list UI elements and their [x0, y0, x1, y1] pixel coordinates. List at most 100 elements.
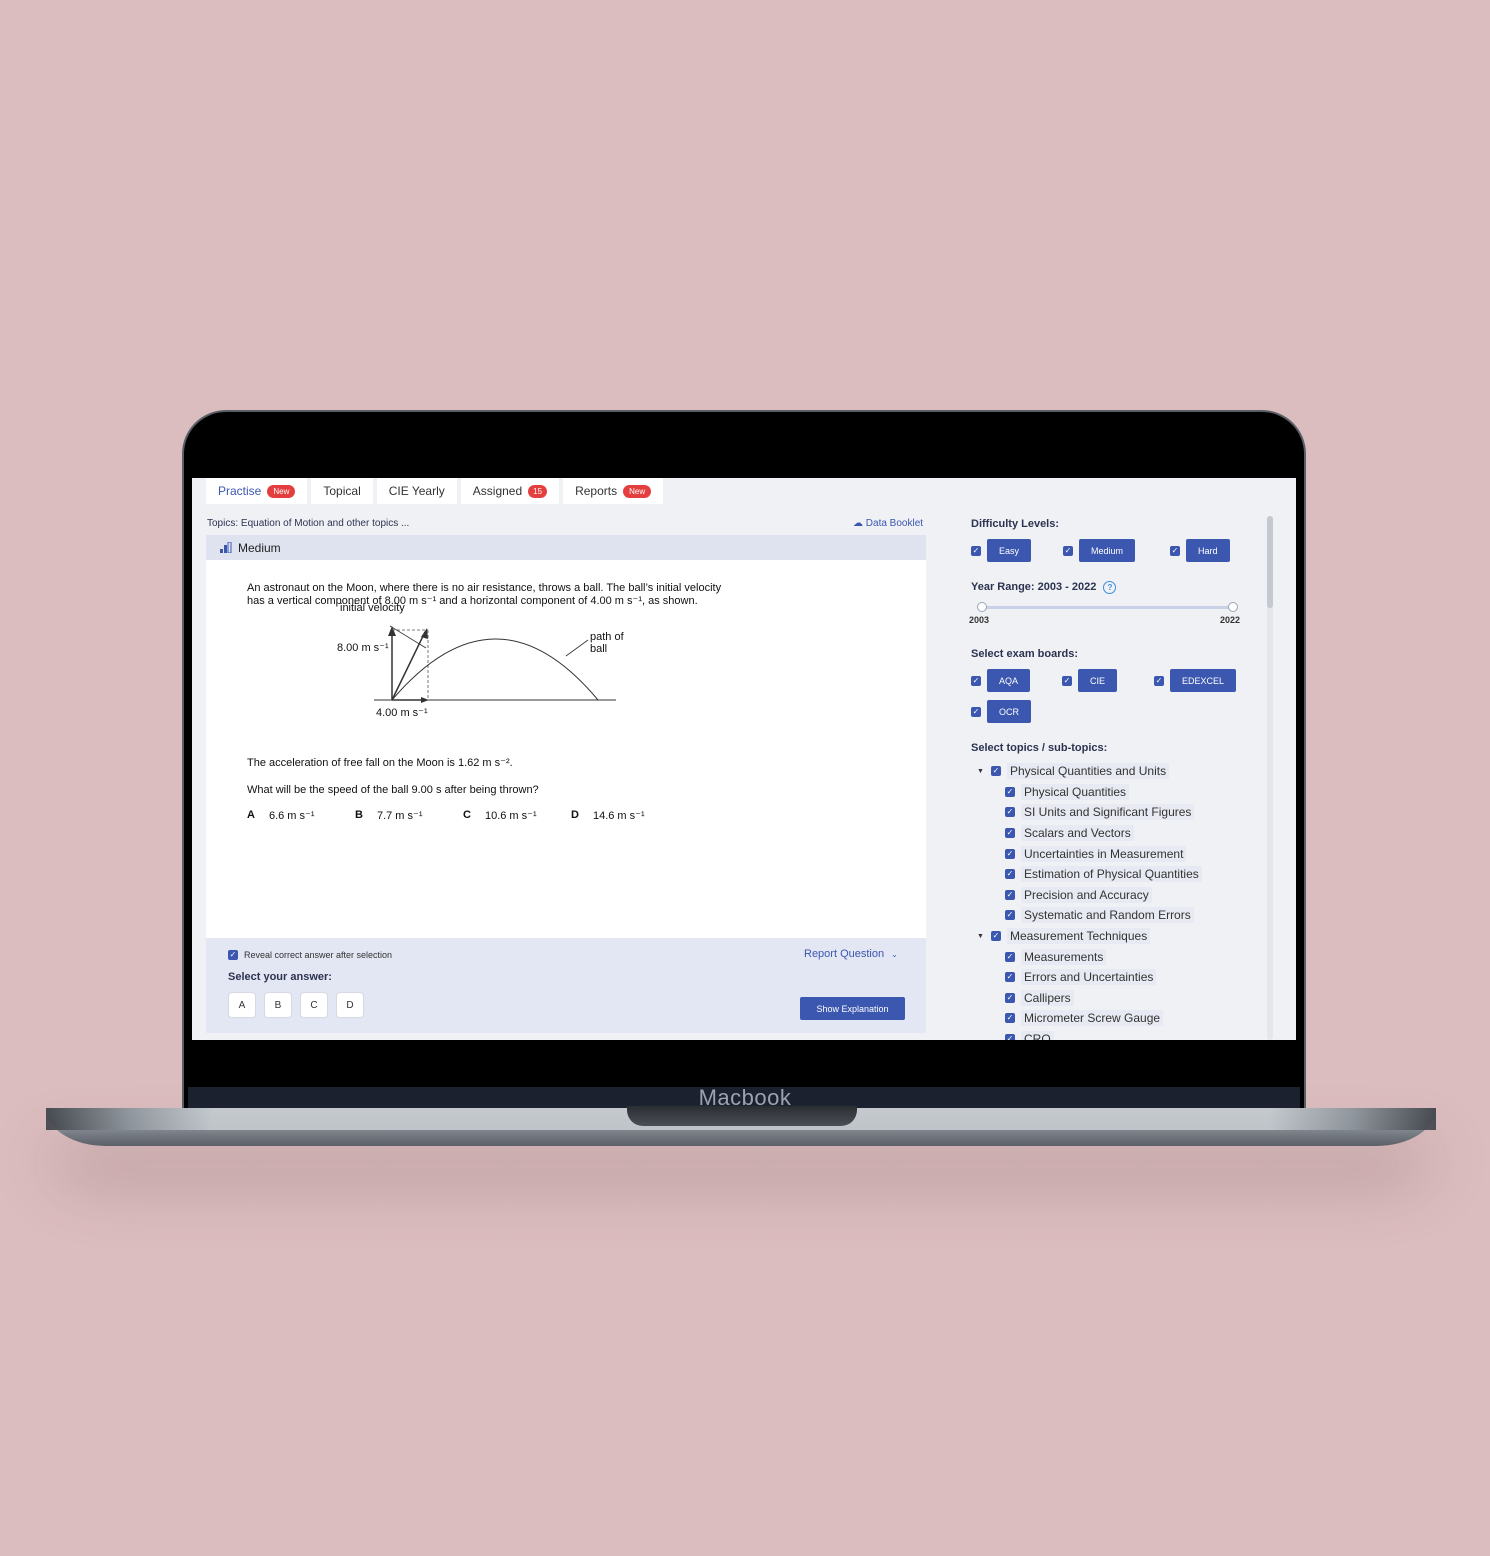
reveal-answer-toggle[interactable]: ✓ Reveal correct answer after selection [228, 950, 392, 960]
checkbox-checked-icon[interactable]: ✓ [228, 950, 238, 960]
subtopic-label: CRO [1021, 1031, 1054, 1040]
checkbox-checked-icon[interactable]: ✓ [1005, 807, 1015, 818]
subtopic-item[interactable]: ✓ Uncertainties in Measurement [977, 843, 1267, 864]
answer-button-d[interactable]: D [336, 992, 364, 1018]
option-d: D 14.6 m s⁻¹ [571, 809, 645, 822]
checkbox-checked-icon[interactable]: ✓ [1005, 1034, 1015, 1040]
topic-item[interactable]: ▼ ✓ Physical Quantities and Units [977, 761, 1267, 782]
checkbox-checked-icon[interactable]: ✓ [1170, 545, 1180, 556]
subtopic-item[interactable]: ✓ Callipers [977, 988, 1267, 1009]
answer-button-b[interactable]: B [264, 992, 292, 1018]
cloud-icon: ☁ [853, 518, 863, 529]
checkbox-checked-icon[interactable]: ✓ [971, 675, 981, 686]
checkbox-checked-icon[interactable]: ✓ [991, 931, 1001, 942]
data-booklet-link[interactable]: ☁ Data Booklet [853, 518, 923, 529]
tab-topical[interactable]: Topical [311, 478, 373, 504]
board-chip[interactable]: EDEXCEL [1170, 669, 1237, 692]
device-label: Macbook [698, 1085, 792, 1110]
difficulty-chip[interactable]: Easy [987, 539, 1032, 562]
slider-handle-min[interactable] [977, 602, 987, 612]
subtopic-item[interactable]: ✓ Micrometer Screw Gauge [977, 1008, 1267, 1029]
topic-tree: ▼ ✓ Physical Quantities and Units ✓ Phys… [977, 761, 1267, 1040]
new-badge: New [267, 484, 296, 498]
option-value: 7.7 m s⁻¹ [376, 810, 423, 822]
subtopic-item[interactable]: ✓ Physical Quantities [977, 782, 1267, 803]
tab-assigned[interactable]: Assigned 15 [460, 478, 560, 504]
question-acceleration: The acceleration of free fall on the Moo… [247, 757, 513, 769]
difficulty-chip[interactable]: Medium [1079, 539, 1136, 562]
subtopic-item[interactable]: ✓ Systematic and Random Errors [977, 905, 1267, 926]
checkbox-checked-icon[interactable]: ✓ [1005, 910, 1015, 921]
tab-practise[interactable]: Practise New [206, 478, 308, 504]
tab-label: Reports [575, 484, 618, 498]
option-list: A 6.6 m s⁻¹ B 7.7 m s⁻¹ C 10.6 m s⁻¹ D 1… [247, 809, 645, 822]
checkbox-checked-icon[interactable]: ✓ [971, 545, 981, 556]
board-edexcel[interactable]: ✓ EDEXCEL [1154, 669, 1237, 692]
topic-label: Measurement Techniques [1007, 928, 1151, 945]
sidebar-scrollbar[interactable] [1267, 516, 1273, 1040]
subtopic-item[interactable]: ✓ Scalars and Vectors [977, 823, 1267, 844]
checkbox-checked-icon[interactable]: ✓ [1005, 992, 1015, 1003]
difficulty-hard[interactable]: ✓ Hard [1170, 539, 1230, 562]
year-range-slider[interactable] [981, 606, 1233, 609]
checkbox-checked-icon[interactable]: ✓ [1062, 675, 1072, 686]
option-key: B [355, 809, 363, 821]
option-value: 10.6 m s⁻¹ [484, 810, 537, 822]
checkbox-checked-icon[interactable]: ✓ [991, 766, 1001, 777]
subtopic-label: Physical Quantities [1021, 783, 1130, 800]
question-intro-line2: has a vertical component of 8.00 m s⁻¹ a… [247, 595, 698, 607]
board-chip[interactable]: OCR [987, 700, 1031, 723]
difficulty-easy[interactable]: ✓ Easy [971, 539, 1032, 562]
checkbox-checked-icon[interactable]: ✓ [1005, 1013, 1015, 1024]
subtopic-label: Micrometer Screw Gauge [1021, 1010, 1164, 1027]
caret-down-icon[interactable]: ▼ [977, 768, 985, 775]
answer-button-a[interactable]: A [228, 992, 256, 1018]
help-icon[interactable]: ? [1103, 581, 1117, 594]
year-range-label: Year Range: 2003 - 2022 [971, 581, 1097, 593]
checkbox-checked-icon[interactable]: ✓ [1005, 972, 1015, 983]
checkbox-checked-icon[interactable]: ✓ [1005, 889, 1015, 900]
slider-handle-max[interactable] [1228, 602, 1238, 612]
subtopic-item[interactable]: ✓ Precision and Accuracy [977, 885, 1267, 906]
checkbox-checked-icon[interactable]: ✓ [1005, 951, 1015, 962]
checkbox-checked-icon[interactable]: ✓ [1154, 675, 1164, 686]
checkbox-checked-icon[interactable]: ✓ [971, 706, 981, 717]
topic-item[interactable]: ▼ ✓ Measurement Techniques [977, 926, 1267, 947]
diagram-label-vertical: 8.00 m s⁻¹ [337, 642, 389, 654]
year-max-label: 2022 [1220, 615, 1241, 625]
subtopic-item[interactable]: ✓ SI Units and Significant Figures [977, 802, 1267, 823]
data-booklet-label: Data Booklet [865, 518, 924, 529]
difficulty-medium[interactable]: ✓ Medium [1063, 539, 1136, 562]
board-chip[interactable]: AQA [987, 669, 1031, 692]
subtopic-item[interactable]: ✓ Measurements [977, 946, 1267, 967]
projectile-diagram: initial velocity 8.00 m s⁻¹ path of ball… [326, 602, 626, 743]
checkbox-checked-icon[interactable]: ✓ [1005, 869, 1015, 880]
difficulty-chip[interactable]: Hard [1186, 539, 1230, 562]
reveal-label: Reveal correct answer after selection [244, 950, 393, 960]
report-question-button[interactable]: Report Question ⌄ [804, 948, 898, 960]
option-key: C [463, 809, 471, 821]
checkbox-checked-icon[interactable]: ✓ [1005, 848, 1015, 859]
question-card: An astronaut on the Moon, where there is… [206, 560, 926, 938]
answer-button-c[interactable]: C [300, 992, 328, 1018]
checkbox-checked-icon[interactable]: ✓ [1063, 545, 1073, 556]
subtopic-item[interactable]: ✓ Estimation of Physical Quantities [977, 864, 1267, 885]
app-screen: Practise New Topical CIE Yearly Assigned… [192, 478, 1296, 1040]
show-explanation-button[interactable]: Show Explanation [800, 997, 905, 1020]
answer-buttons: A B C D [228, 992, 364, 1018]
checkbox-checked-icon[interactable]: ✓ [1005, 828, 1015, 839]
checkbox-checked-icon[interactable]: ✓ [1005, 786, 1015, 797]
subtopic-item[interactable]: ✓ Errors and Uncertainties [977, 967, 1267, 988]
board-ocr[interactable]: ✓ OCR [971, 700, 1031, 723]
tab-reports[interactable]: Reports New [563, 478, 664, 504]
board-chip[interactable]: CIE [1078, 669, 1118, 692]
tab-cie-yearly[interactable]: CIE Yearly [376, 478, 457, 504]
count-badge: 15 [528, 484, 548, 498]
caret-down-icon[interactable]: ▼ [977, 933, 985, 940]
board-cie[interactable]: ✓ CIE [1062, 669, 1118, 692]
subtopic-item[interactable]: ✓ CRO [977, 1029, 1267, 1040]
board-aqa[interactable]: ✓ AQA [971, 669, 1031, 692]
tab-label: Practise [218, 484, 262, 498]
year-range-heading: Year Range: 2003 - 2022 ? [971, 581, 1117, 594]
scrollbar-thumb[interactable] [1267, 516, 1273, 608]
